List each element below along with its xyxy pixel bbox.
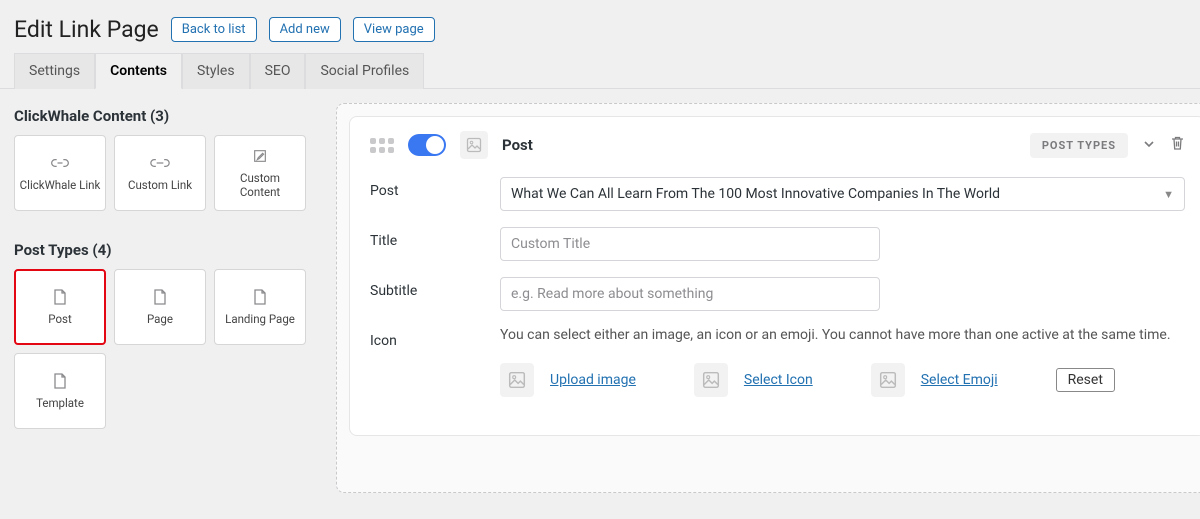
card-page[interactable]: Page	[114, 269, 206, 345]
select-icon-link[interactable]: Select Icon	[744, 372, 813, 388]
card-custom-link[interactable]: Custom Link	[114, 135, 206, 211]
card-label: Page	[143, 313, 177, 326]
post-field-label: Post	[370, 177, 470, 199]
post-panel: Post POST TYPES Post What We Can All Lea…	[349, 116, 1200, 436]
tabs-bar: Settings Contents Styles SEO Social Prof…	[0, 53, 1200, 89]
post-select-value: What We Can All Learn From The 100 Most …	[511, 186, 1000, 202]
icon-field-label: Icon	[370, 327, 470, 349]
delete-icon[interactable]	[1170, 135, 1185, 155]
image-placeholder-icon	[460, 131, 488, 159]
drag-handle-icon[interactable]	[370, 138, 394, 153]
sidebar: ClickWhale Content (3) ClickWhale Link C…	[14, 103, 314, 493]
tab-settings[interactable]: Settings	[14, 53, 95, 89]
file-icon	[53, 372, 67, 390]
content-drop-area: Post POST TYPES Post What We Can All Lea…	[336, 103, 1200, 493]
card-label: Landing Page	[221, 313, 299, 326]
card-label: Template	[32, 397, 88, 410]
card-post[interactable]: Post	[14, 269, 106, 345]
tab-social-profiles[interactable]: Social Profiles	[305, 53, 424, 89]
clickwhale-content-heading: ClickWhale Content (3)	[14, 107, 314, 125]
image-placeholder-icon	[871, 363, 905, 397]
post-types-pill[interactable]: POST TYPES	[1030, 133, 1128, 158]
image-placeholder-icon	[694, 363, 728, 397]
post-types-heading: Post Types (4)	[14, 241, 314, 259]
caret-down-icon: ▼	[1163, 188, 1174, 201]
card-label: ClickWhale Link	[16, 179, 105, 192]
file-icon	[153, 288, 167, 306]
select-emoji-link[interactable]: Select Emoji	[921, 372, 998, 388]
add-new-button[interactable]: Add new	[269, 17, 341, 42]
edit-icon	[252, 147, 268, 165]
tab-seo[interactable]: SEO	[250, 53, 306, 89]
card-label: Custom Link	[124, 179, 196, 192]
title-input[interactable]	[500, 227, 880, 261]
subtitle-input[interactable]	[500, 277, 880, 311]
title-field-label: Title	[370, 227, 470, 249]
card-label: Custom Content	[215, 172, 305, 198]
tab-contents[interactable]: Contents	[95, 53, 182, 89]
reset-button[interactable]: Reset	[1056, 368, 1115, 392]
chain-icon	[150, 154, 170, 172]
file-icon	[53, 288, 67, 306]
card-landing-page[interactable]: Landing Page	[214, 269, 306, 345]
tab-styles[interactable]: Styles	[182, 53, 250, 89]
panel-title: Post	[502, 136, 533, 154]
back-to-list-button[interactable]: Back to list	[171, 17, 257, 42]
card-template[interactable]: Template	[14, 353, 106, 429]
subtitle-field-label: Subtitle	[370, 277, 470, 299]
image-placeholder-icon	[500, 363, 534, 397]
view-page-button[interactable]: View page	[353, 17, 435, 42]
post-select[interactable]: What We Can All Learn From The 100 Most …	[500, 177, 1185, 211]
link-icon	[50, 154, 70, 172]
file-icon	[253, 288, 267, 306]
card-clickwhale-link[interactable]: ClickWhale Link	[14, 135, 106, 211]
icon-description: You can select either an image, an icon …	[500, 327, 1185, 343]
enable-toggle[interactable]	[408, 134, 446, 156]
page-title: Edit Link Page	[14, 16, 159, 43]
chevron-down-icon[interactable]	[1142, 136, 1156, 155]
upload-image-link[interactable]: Upload image	[550, 372, 636, 388]
card-label: Post	[44, 313, 75, 326]
card-custom-content[interactable]: Custom Content	[214, 135, 306, 211]
